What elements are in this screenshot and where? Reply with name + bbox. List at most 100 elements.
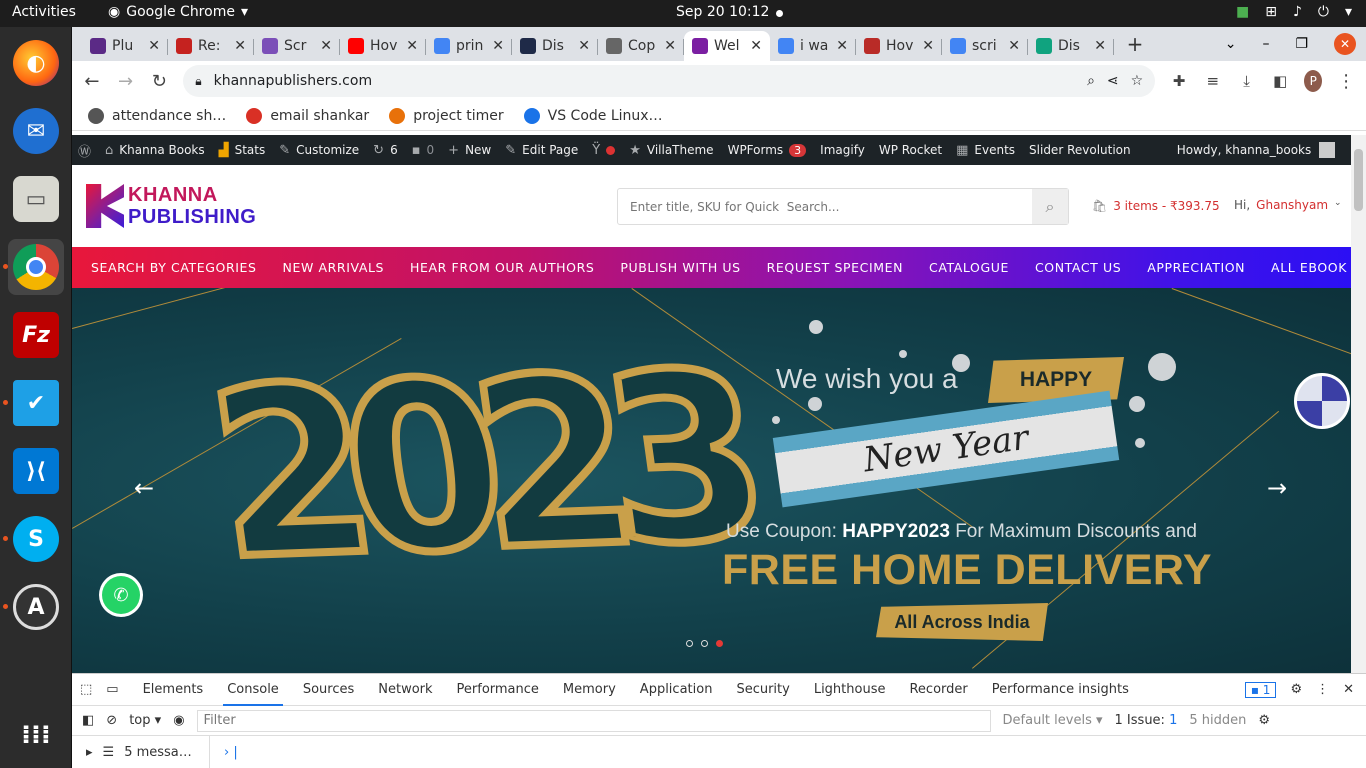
devtools-tab[interactable]: Application: [640, 682, 713, 697]
nav-item[interactable]: NEW ARRIVALS: [283, 260, 385, 275]
wp-comments-link[interactable]: ▪ 0: [412, 143, 434, 158]
dock-vscode[interactable]: ⟩⟨: [8, 443, 64, 499]
nav-item[interactable]: PUBLISH WITH US: [620, 260, 740, 275]
tab-close-icon[interactable]: ✕: [320, 38, 332, 54]
nav-item[interactable]: SEARCH BY CATEGORIES: [91, 260, 257, 275]
browser-tab[interactable]: prin ✕: [426, 31, 512, 61]
address-bar[interactable]: 🔒︎ khannapublishers.com ⌕ ⋖ ☆: [183, 65, 1156, 97]
wp-site-link[interactable]: ⌂ Khanna Books: [105, 143, 205, 158]
tab-close-icon[interactable]: ✕: [750, 38, 762, 54]
browser-tab[interactable]: Cop ✕: [598, 31, 684, 61]
forward-button[interactable]: →: [116, 69, 136, 93]
minimize-button[interactable]: –: [1262, 36, 1269, 52]
bookmark-star-icon[interactable]: ☆: [1131, 73, 1144, 89]
browser-tab[interactable]: i wa ✕: [770, 31, 856, 61]
nav-item[interactable]: HEAR FROM OUR AUTHORS: [410, 260, 594, 275]
tab-close-icon[interactable]: ✕: [664, 38, 676, 54]
dock-software-updater[interactable]: A: [3, 579, 64, 635]
slider-dot[interactable]: [686, 640, 693, 647]
share-icon[interactable]: ⋖: [1107, 73, 1119, 89]
sidebar-toggle-icon[interactable]: ◧: [82, 713, 94, 728]
wp-howdy-link[interactable]: Howdy, khanna_books: [1177, 143, 1312, 157]
wp-new-link[interactable]: + New: [448, 143, 491, 158]
devtools-tab[interactable]: Performance insights: [992, 682, 1129, 697]
slider-next-arrow-icon[interactable]: →: [1267, 474, 1287, 502]
close-window-button[interactable]: ✕: [1334, 33, 1356, 55]
clear-console-icon[interactable]: ⊘: [106, 713, 117, 728]
reading-list-icon[interactable]: ≡: [1203, 69, 1223, 93]
whatsapp-chat-button[interactable]: ✆: [102, 576, 140, 614]
site-logo[interactable]: KHANNA PUBLISHING: [86, 184, 256, 228]
devtools-tab[interactable]: Network: [378, 682, 432, 697]
devtools-tab[interactable]: Lighthouse: [814, 682, 886, 697]
wp-slider-revolution-link[interactable]: Slider Revolution: [1029, 143, 1131, 157]
zoom-icon[interactable]: ⌕: [1087, 73, 1095, 89]
back-button[interactable]: ←: [82, 69, 102, 93]
activities-button[interactable]: Activities: [12, 4, 76, 20]
devtools-tab[interactable]: Performance: [457, 682, 539, 697]
devtools-tab[interactable]: Memory: [563, 682, 616, 697]
more-options-icon[interactable]: ⋮: [1316, 682, 1329, 697]
browser-tab[interactable]: Dis ✕: [512, 31, 598, 61]
download-icon[interactable]: ⤓: [1237, 69, 1257, 93]
nav-item[interactable]: CATALOGUE: [929, 260, 1009, 275]
browser-tab[interactable]: Re: ✕: [168, 31, 254, 61]
tab-close-icon[interactable]: ✕: [922, 38, 934, 54]
device-toolbar-icon[interactable]: ▭: [106, 682, 118, 697]
browser-tab[interactable]: Hov ✕: [340, 31, 426, 61]
clock[interactable]: Sep 20 10:12: [676, 4, 769, 20]
devtools-tab[interactable]: Elements: [143, 682, 204, 697]
bookmark-item[interactable]: VS Code Linux…: [523, 107, 663, 124]
browser-tab[interactable]: Wel ✕: [684, 31, 770, 61]
wp-logo-icon[interactable]: Ⓦ: [78, 141, 91, 160]
wp-updates-link[interactable]: ↻ 6: [373, 143, 398, 158]
nav-item[interactable]: CONTACT US: [1035, 260, 1121, 275]
wp-wpforms-link[interactable]: WPForms 3: [728, 143, 807, 157]
devtools-tab[interactable]: Sources: [303, 682, 354, 697]
live-expression-eye-icon[interactable]: ◉: [173, 713, 184, 728]
devtools-tab[interactable]: Security: [736, 682, 789, 697]
wp-rocket-link[interactable]: WP Rocket: [879, 143, 942, 157]
devtools-tab[interactable]: Console: [223, 682, 283, 706]
browser-tab[interactable]: Dis ✕: [1028, 31, 1114, 61]
extensions-icon[interactable]: ✚: [1169, 69, 1189, 93]
issues-badge[interactable]: ▪ 1: [1244, 681, 1277, 698]
wp-yoast-link[interactable]: Ÿ: [592, 143, 616, 158]
browser-tab[interactable]: Plu ✕: [82, 31, 168, 61]
menu-icon[interactable]: ⋮: [1336, 69, 1356, 93]
inspect-element-icon[interactable]: ⬚: [80, 682, 92, 697]
tab-close-icon[interactable]: ✕: [836, 38, 848, 54]
console-settings-icon[interactable]: ⚙: [1258, 713, 1270, 728]
context-selector[interactable]: top ▾: [129, 713, 161, 728]
tab-search-icon[interactable]: ⌄: [1225, 36, 1237, 52]
wp-edit-page-link[interactable]: ✎ Edit Page: [505, 143, 578, 158]
wp-villatheme-link[interactable]: ★ VillaTheme: [629, 143, 713, 158]
nav-item[interactable]: APPRECIATION: [1147, 260, 1245, 275]
account-menu[interactable]: Hi, Ghanshyam ⌄: [1234, 198, 1342, 212]
tab-close-icon[interactable]: ✕: [406, 38, 418, 54]
nav-item[interactable]: REQUEST SPECIMEN: [767, 260, 903, 275]
console-sidebar-messages[interactable]: ▸ ☰ 5 messa…: [72, 736, 210, 768]
slider-prev-arrow-icon[interactable]: ←: [134, 474, 154, 502]
tab-close-icon[interactable]: ✕: [578, 38, 590, 54]
reload-button[interactable]: ↻: [149, 69, 169, 93]
console-filter-input[interactable]: Filter: [196, 709, 991, 732]
slider-dot[interactable]: [716, 640, 723, 647]
settings-gear-icon[interactable]: ⚙: [1290, 682, 1302, 697]
slider-dot[interactable]: [701, 640, 708, 647]
app-menu[interactable]: ◉ Google Chrome ▾: [108, 4, 248, 20]
maximize-button[interactable]: ❐: [1295, 36, 1308, 52]
floating-widget-button[interactable]: [1294, 373, 1350, 429]
browser-tab[interactable]: Scr ✕: [254, 31, 340, 61]
dock-chrome[interactable]: [3, 239, 64, 295]
new-tab-button[interactable]: +: [1120, 32, 1150, 56]
issues-counter[interactable]: 1 Issue: 1: [1115, 713, 1178, 728]
browser-tab[interactable]: Hov ✕: [856, 31, 942, 61]
nav-item[interactable]: ALL EBOOK: [1271, 260, 1347, 275]
show-apps-button[interactable]: ⁞⁞⁞: [8, 707, 64, 763]
wp-stats-link[interactable]: ▟ Stats: [219, 143, 266, 158]
bookmark-item[interactable]: email shankar: [246, 107, 369, 124]
search-button[interactable]: ⌕: [1032, 189, 1068, 224]
dock-task-app[interactable]: ✔: [3, 375, 64, 431]
browser-tab[interactable]: scri ✕: [942, 31, 1028, 61]
